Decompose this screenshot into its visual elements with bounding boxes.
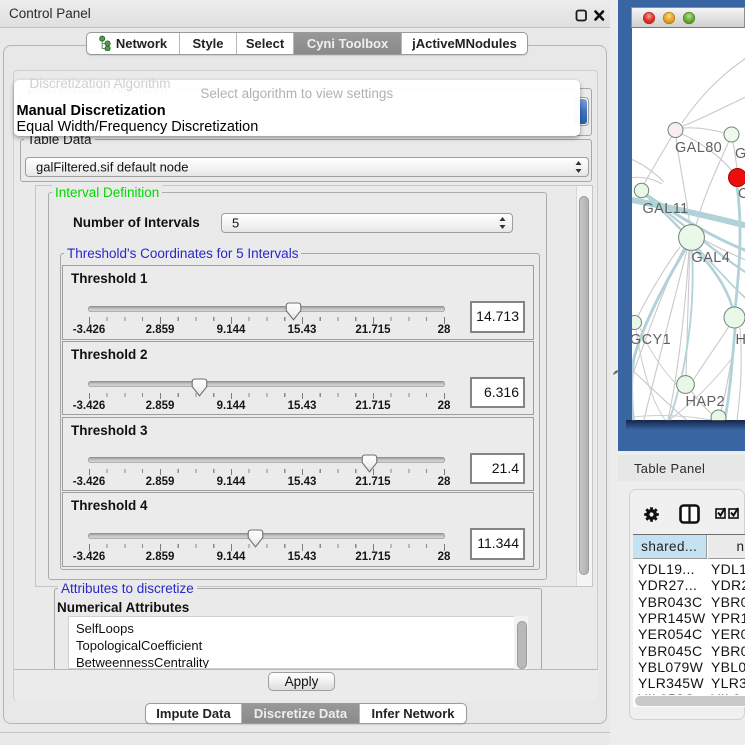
svg-text:GAL11: GAL11: [642, 201, 688, 217]
svg-text:C: C: [738, 186, 745, 202]
svg-text:GAL80: GAL80: [675, 140, 722, 156]
svg-text:HAP2: HAP2: [685, 394, 724, 410]
svg-text:GCY1: GCY1: [632, 332, 671, 348]
svg-text:GA: GA: [735, 146, 745, 162]
svg-text:GAL4: GAL4: [691, 250, 730, 266]
svg-text:H: H: [735, 332, 745, 348]
